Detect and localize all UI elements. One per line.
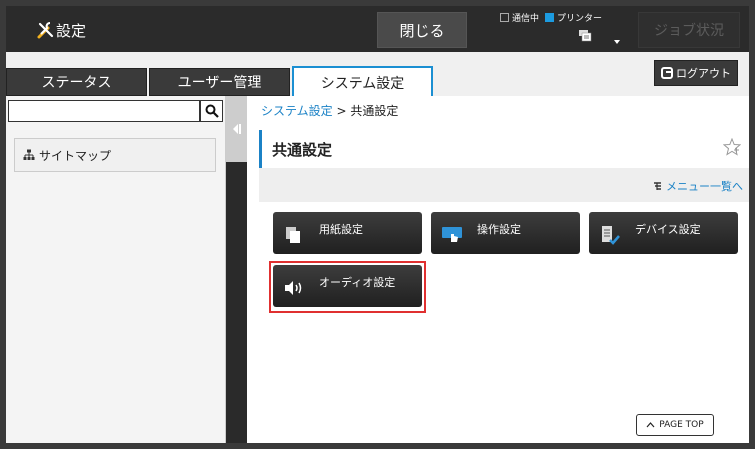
menu-bar: メニュー一覧へ (259, 168, 749, 202)
tools-icon (37, 22, 54, 39)
sitemap-label: サイトマップ (39, 148, 112, 163)
job-status-button[interactable]: ジョブ状況 (638, 12, 740, 48)
main-content: システム設定 > 共通設定 共通設定 メニュー一覧へ 用紙設定 操作設定 デバイ… (247, 96, 749, 443)
sitemap-icon (23, 149, 35, 160)
close-button[interactable]: 閉じる (377, 12, 467, 48)
star-icon[interactable] (723, 138, 741, 156)
status-communicating: 通信中 (500, 11, 539, 24)
logout-button[interactable]: ログアウト (654, 60, 738, 86)
selection-highlight (269, 261, 426, 313)
device-check-icon (602, 226, 620, 245)
tab-row: ステータス ユーザー管理 システム設定 ログアウト (6, 52, 749, 98)
menu-list-label: メニュー一覧へ (666, 180, 743, 193)
breadcrumb-current: 共通設定 (350, 104, 399, 118)
page-top-label: PAGE TOP (659, 420, 704, 430)
breadcrumb-separator: > (336, 104, 347, 118)
page-top-button[interactable]: PAGE TOP (636, 414, 714, 436)
tab-system-settings[interactable]: システム設定 (292, 66, 433, 98)
paper-icon (286, 227, 300, 243)
tab-status[interactable]: ステータス (6, 68, 147, 96)
page-title: 共通設定 (272, 140, 333, 159)
breadcrumb: システム設定 > 共通設定 (261, 102, 398, 119)
top-bar: 設定 閉じる 通信中 プリンター ジョブ状況 (6, 6, 749, 52)
tile-label: 用紙設定 (319, 223, 363, 236)
tab-user-management[interactable]: ユーザー管理 (149, 68, 290, 96)
logout-icon (661, 67, 673, 79)
paper-settings-tile[interactable]: 用紙設定 (273, 212, 422, 254)
search-input[interactable] (8, 100, 200, 122)
tile-label: デバイス設定 (635, 223, 701, 236)
printer-icon[interactable] (578, 28, 592, 42)
chevron-up-icon (646, 422, 655, 428)
search-icon (205, 104, 219, 118)
sidebar: サイトマップ (6, 96, 226, 443)
printer-indicator-icon (545, 13, 555, 22)
search-button[interactable] (200, 100, 223, 122)
status-printer: プリンター (545, 11, 602, 24)
app-frame: 設定 閉じる 通信中 プリンター ジョブ状況 ステータス ユーザー管理 システム… (6, 6, 749, 443)
chevron-down-icon[interactable] (614, 40, 620, 44)
menu-list-link[interactable]: メニュー一覧へ (653, 178, 743, 194)
status-indicators: 通信中 プリンター (500, 11, 602, 24)
breadcrumb-system-settings[interactable]: システム設定 (261, 104, 333, 118)
app-title: 設定 (56, 22, 87, 40)
communicating-indicator-icon (500, 13, 509, 22)
sitemap-link[interactable]: サイトマップ (14, 138, 216, 172)
device-settings-tile[interactable]: デバイス設定 (589, 212, 738, 254)
touch-icon (442, 227, 462, 242)
logout-label: ログアウト (676, 67, 731, 80)
tile-label: 操作設定 (477, 223, 521, 236)
menu-list-icon (654, 182, 661, 190)
operation-settings-tile[interactable]: 操作設定 (431, 212, 580, 254)
sidebar-collapse-toggle[interactable] (226, 96, 247, 162)
page-title-bar: 共通設定 (259, 130, 749, 168)
collapse-left-icon (232, 124, 241, 134)
